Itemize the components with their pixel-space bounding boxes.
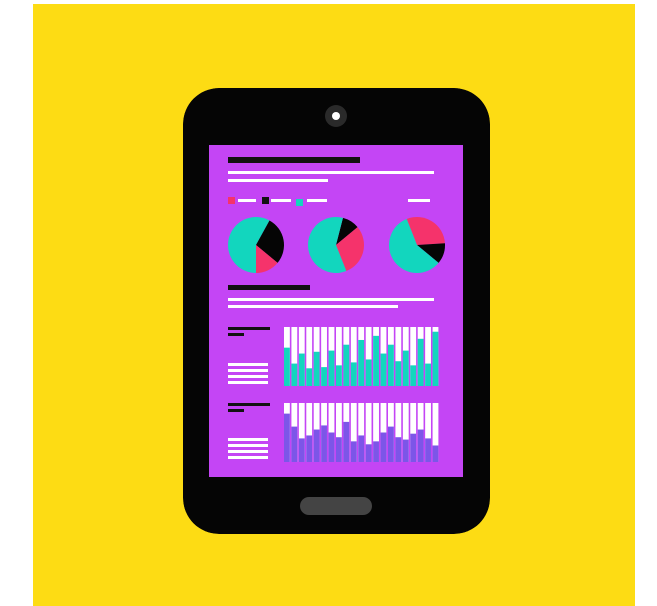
chart1-bar-11	[358, 339, 365, 386]
chart1-label-line-1	[228, 327, 270, 330]
chart1-bar-15	[388, 344, 394, 386]
chart1-legend-line-4	[228, 381, 268, 384]
chart1-bar-8	[336, 365, 342, 386]
chart2-bar-9	[343, 421, 350, 462]
chart1-bar-4	[306, 368, 313, 386]
chart1-bar-18	[410, 365, 417, 386]
chart1-bar-9	[343, 344, 350, 386]
chart2-legend-line-2	[228, 444, 268, 447]
screen-content	[227, 157, 446, 462]
chart2-bar-14	[380, 432, 387, 462]
chart2-bar-3	[298, 438, 305, 462]
chart2-bar-13	[373, 441, 379, 462]
legend-swatch-black	[262, 197, 269, 204]
section-text-line-2	[228, 305, 398, 308]
chart1-bar-10	[350, 362, 357, 386]
chart1-bar-3	[298, 353, 305, 386]
legend-line-right	[408, 199, 430, 202]
chart1-bar-7	[328, 350, 335, 386]
chart2-bar-15	[388, 426, 394, 462]
chart1-label-line-2	[228, 333, 244, 336]
chart1-bar-21	[432, 331, 439, 386]
chart2-bar-19	[417, 429, 424, 462]
chart1-bar-5	[313, 351, 320, 386]
chart1-bar-1	[284, 347, 290, 386]
chart2-bar-18	[410, 433, 417, 462]
chart2-bar-10	[350, 441, 357, 462]
chart1-legend-line-2	[228, 369, 268, 372]
chart1-bar-2	[291, 363, 298, 386]
chart2-legend-line-1	[228, 438, 268, 441]
chart1-bar-20	[425, 363, 431, 386]
chart2-bar-17	[402, 439, 409, 462]
chart2-label-line-1	[228, 403, 270, 406]
chart2-bar-16	[395, 437, 402, 462]
chart2-bar-7	[328, 432, 335, 462]
header-text-line-1	[228, 171, 434, 174]
section-text-line-1	[228, 298, 434, 301]
chart1-bar-6	[321, 367, 327, 386]
chart1-legend-line-3	[228, 375, 268, 378]
chart2-bar-2	[291, 426, 298, 462]
chart1-legend-line-1	[228, 363, 268, 366]
legend-swatch-teal	[296, 199, 303, 206]
chart2-bar-21	[432, 445, 439, 462]
chart2-legend-line-3	[228, 450, 268, 453]
chart2-bar-11	[358, 435, 365, 462]
chart2-bar-8	[336, 437, 342, 462]
chart2-bar-20	[425, 438, 431, 462]
chart1-bar-12	[365, 359, 372, 386]
chart2-bar-6	[321, 425, 327, 462]
legend-line-pink	[238, 199, 256, 202]
chart1-bar-17	[402, 350, 409, 386]
header-text-line-2	[228, 179, 328, 182]
legend-swatch-pink	[228, 197, 235, 204]
chart2-bar-12	[365, 444, 372, 462]
chart1-bar-13	[373, 335, 379, 386]
chart2-bar-5	[313, 429, 320, 462]
legend-line-teal	[307, 199, 327, 202]
section-title-line	[228, 285, 310, 290]
chart1-bar-16	[395, 361, 402, 386]
chart2-bar-4	[306, 435, 313, 462]
header-title-line	[228, 157, 360, 163]
legend-line-black	[271, 199, 291, 202]
chart1-bar-14	[380, 353, 387, 386]
chart2-bar-1	[284, 413, 290, 462]
chart2-legend-line-4	[228, 456, 268, 459]
chart1-bar-19	[417, 338, 424, 386]
chart2-label-line-2	[228, 409, 244, 412]
